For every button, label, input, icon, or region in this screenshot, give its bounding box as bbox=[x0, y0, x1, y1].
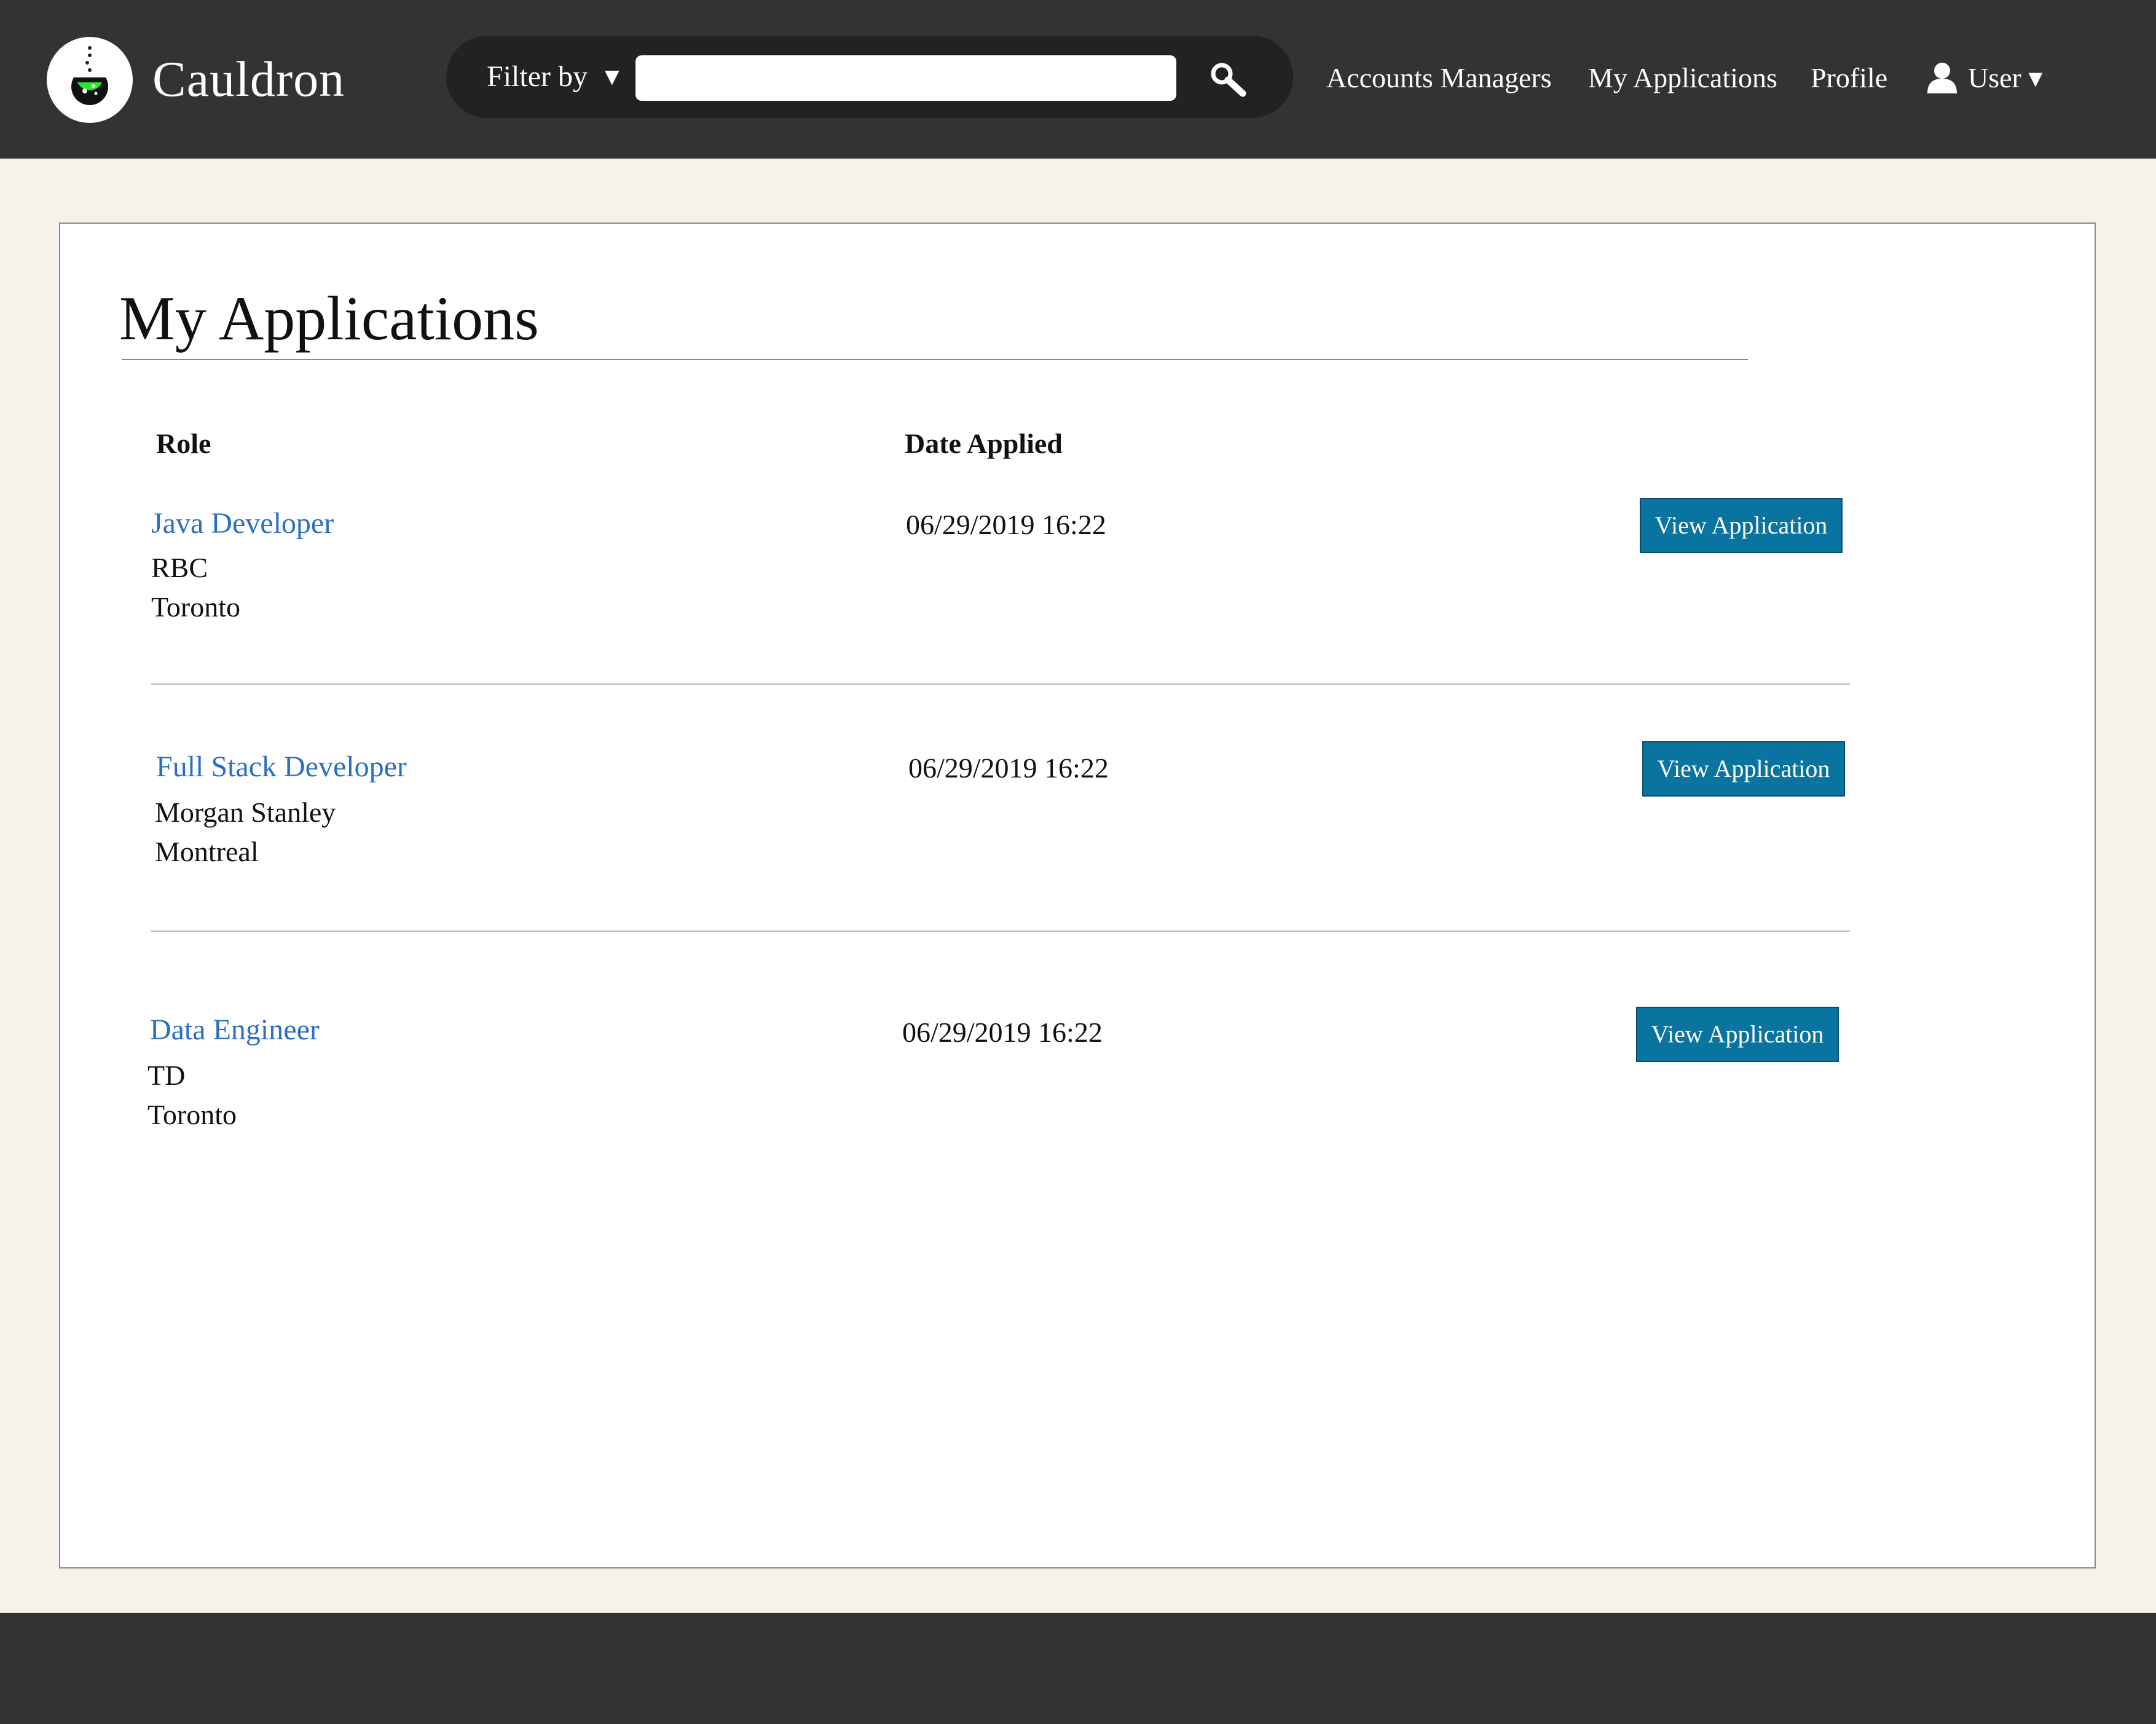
view-application-button[interactable]: View Application bbox=[1640, 498, 1843, 553]
search-input[interactable] bbox=[635, 55, 1176, 101]
user-menu-label: User ▾ bbox=[1968, 62, 2043, 93]
view-application-button[interactable]: View Application bbox=[1642, 741, 1845, 797]
date-applied: 06/29/2019 16:22 bbox=[902, 1017, 1103, 1048]
column-header-date-applied: Date Applied bbox=[905, 428, 1063, 459]
applications-panel: My Applications Role Date Applied Java D… bbox=[59, 222, 2096, 1569]
filter-search-bar: Filter by ▼ bbox=[446, 36, 1293, 118]
column-header-role: Role bbox=[156, 428, 211, 459]
company-name: TD bbox=[148, 1060, 186, 1091]
nav-profile[interactable]: Profile bbox=[1811, 58, 1887, 98]
nav-my-applications[interactable]: My Applications bbox=[1588, 58, 1777, 98]
date-applied: 06/29/2019 16:22 bbox=[908, 752, 1109, 784]
title-divider bbox=[122, 359, 1748, 360]
user-icon bbox=[1927, 63, 1957, 93]
chevron-down-icon[interactable]: ▼ bbox=[600, 59, 624, 95]
city-name: Montreal bbox=[155, 836, 259, 867]
company-name: Morgan Stanley bbox=[155, 797, 336, 828]
filter-by-dropdown[interactable]: Filter by bbox=[487, 59, 588, 95]
search-icon[interactable] bbox=[1206, 58, 1250, 102]
table-row: Full Stack Developer Morgan Stanley Mont… bbox=[60, 741, 2095, 870]
brand-name[interactable]: Cauldron bbox=[152, 45, 345, 113]
role-link[interactable]: Java Developer bbox=[151, 504, 334, 543]
city-name: Toronto bbox=[151, 591, 240, 623]
page-title: My Applications bbox=[119, 284, 539, 353]
table-row: Java Developer RBC Toronto 06/29/2019 16… bbox=[60, 498, 2095, 627]
row-divider bbox=[151, 931, 1850, 932]
company-name: RBC bbox=[151, 552, 208, 583]
date-applied: 06/29/2019 16:22 bbox=[906, 509, 1106, 540]
table-row: Data Engineer TD Toronto 06/29/2019 16:2… bbox=[60, 1007, 2095, 1133]
view-application-button[interactable]: View Application bbox=[1636, 1007, 1839, 1062]
role-link[interactable]: Full Stack Developer bbox=[156, 747, 407, 787]
nav-accounts-managers[interactable]: Accounts Managers bbox=[1326, 58, 1552, 98]
row-divider bbox=[151, 683, 1850, 685]
top-navigation-bar: Cauldron Filter by ▼ Accounts Managers M… bbox=[0, 0, 2156, 159]
city-name: Toronto bbox=[148, 1099, 237, 1130]
role-link[interactable]: Data Engineer bbox=[150, 1010, 320, 1050]
footer bbox=[0, 1613, 2156, 1724]
cauldron-flask-icon[interactable] bbox=[47, 37, 133, 123]
